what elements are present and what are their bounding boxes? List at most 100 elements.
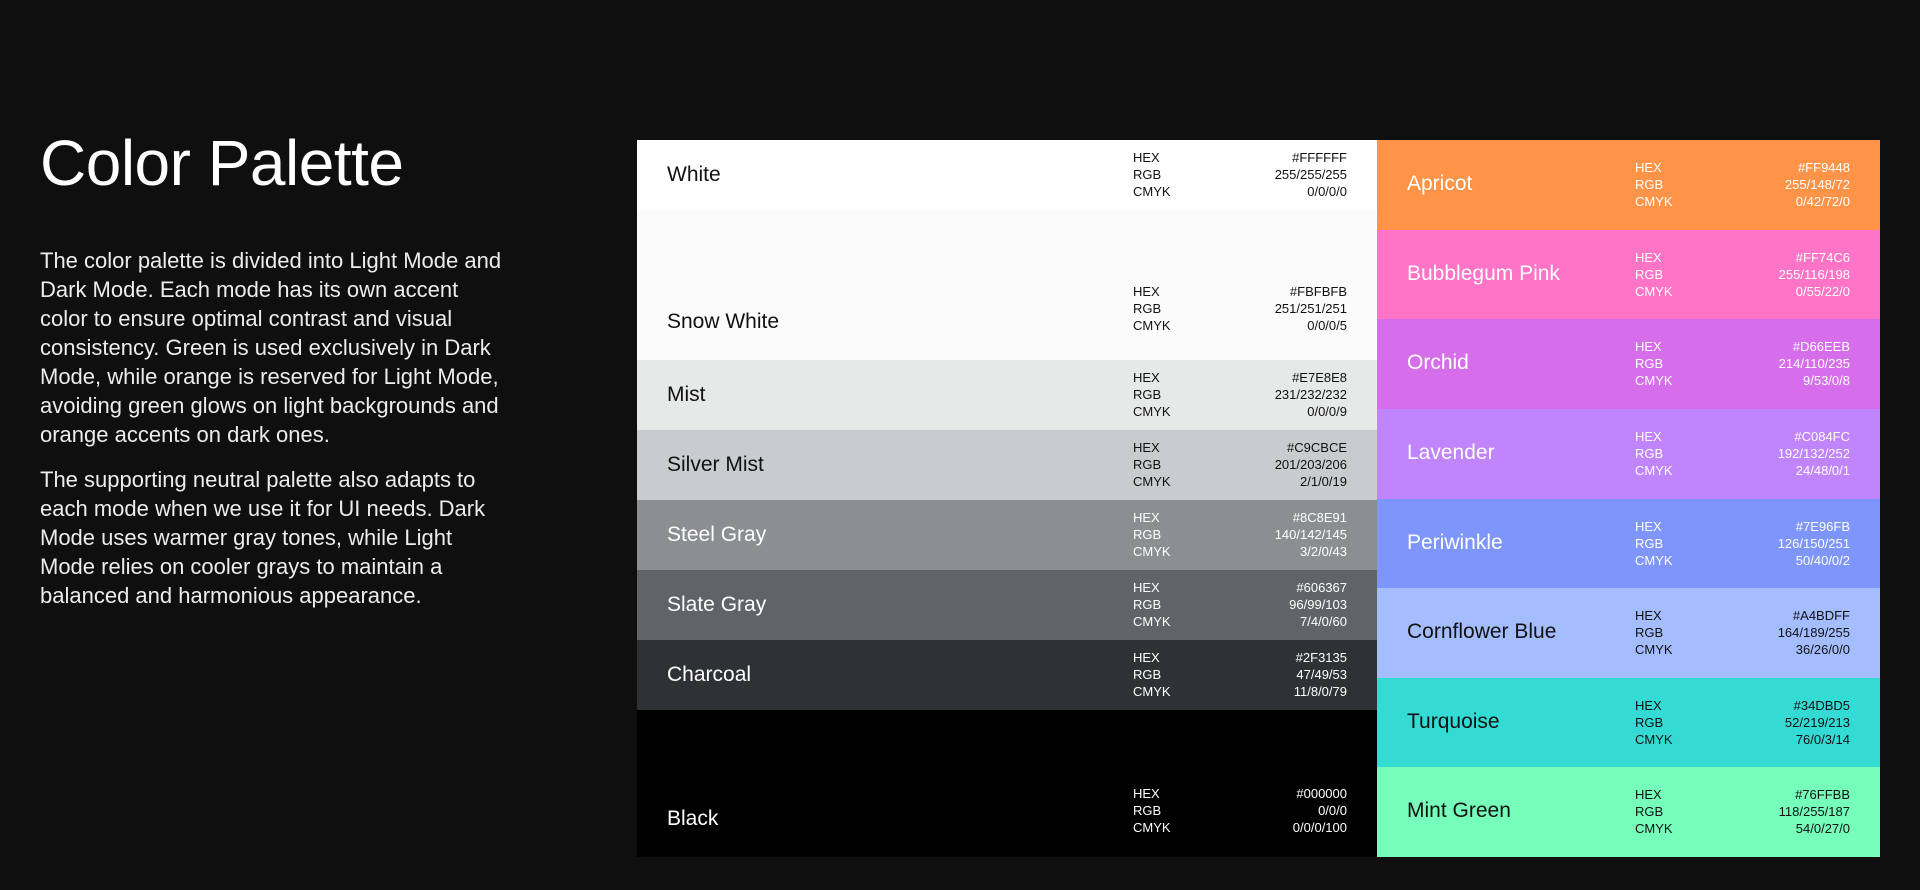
hex-value: #000000 [1296,786,1347,801]
swatch-color-codes: HEX #FF74C6 RGB 255/116/198 CMYK 0/55/22/0 [1635,249,1850,300]
rgb-row: RGB 118/255/187 [1635,803,1850,820]
rgb-row: RGB 201/203/206 [1133,456,1347,473]
hex-value: #A4BDFF [1792,608,1850,623]
rgb-row: RGB 255/116/198 [1635,266,1850,283]
rgb-row: RGB 192/132/252 [1635,445,1850,462]
hex-value: #606367 [1296,580,1347,595]
swatch-name: White [667,163,721,186]
hex-row: HEX #FBFBFB [1133,283,1347,300]
cmyk-value: 3/2/0/43 [1300,544,1347,559]
swatch-name: Orchid [1407,351,1469,374]
accent-palette: Apricot HEX #FF9448 RGB 255/148/72 CMYK 0/42/7… [1377,140,1880,857]
cmyk-value: 54/0/27/0 [1795,821,1850,836]
hex-label: HEX [1635,160,1662,175]
cmyk-value: 11/8/0/79 [1293,684,1347,699]
rgb-label: RGB [1635,177,1664,192]
rgb-label: RGB [1635,625,1664,640]
rgb-value: 255/116/198 [1778,267,1850,282]
swatch-periwinkle: Periwinkle HEX #7E96FB RGB 126/150/251 CMYK 50… [1377,499,1880,588]
rgb-value: 47/49/53 [1296,667,1347,682]
swatch-name: Mist [667,383,706,406]
hex-value: #7E96FB [1795,519,1850,534]
rgb-value: 164/189/255 [1777,625,1850,640]
cmyk-label: CMYK [1635,732,1673,747]
hex-value: #8C8E91 [1292,510,1347,525]
cmyk-label: CMYK [1635,553,1673,568]
hex-label: HEX [1133,786,1160,801]
swatch-color-codes: HEX #7E96FB RGB 126/150/251 CMYK 50/40/0/2 [1635,518,1850,569]
rgb-value: 214/110/235 [1778,356,1850,371]
swatch-turquoise: Turquoise HEX #34DBD5 RGB 52/219/213 CMYK 76/0… [1377,678,1880,767]
hex-label: HEX [1133,650,1160,665]
hex-label: HEX [1133,150,1160,165]
cmyk-label: CMYK [1133,184,1171,199]
swatch-name: Mint Green [1407,799,1511,822]
cmyk-label: CMYK [1133,820,1171,835]
swatch-color-codes: HEX #34DBD5 RGB 52/219/213 CMYK 76/0/3/14 [1635,697,1850,748]
swatch-name: Cornflower Blue [1407,620,1557,643]
swatch-name: Bubblegum Pink [1407,262,1560,285]
cmyk-label: CMYK [1133,474,1171,489]
neutral-palette: White HEX #FFFFFF RGB 255/255/255 CMYK 0/0/0/0… [637,140,1377,857]
swatch-steel-gray: Steel Gray HEX #8C8E91 RGB 140/142/145 CMYK 3/… [637,500,1377,570]
rgb-row: RGB 47/49/53 [1133,666,1347,683]
cmyk-value: 7/4/0/60 [1300,614,1347,629]
cmyk-value: 2/1/0/19 [1300,474,1347,489]
hex-row: HEX #C084FC [1635,428,1850,445]
intro-section: Color Palette The color palette is divid… [40,128,510,626]
hex-label: HEX [1635,787,1662,802]
swatch-name: Slate Gray [667,593,767,616]
hex-label: HEX [1635,519,1662,534]
page-title: Color Palette [40,127,404,199]
intro-paragraph-modes: The color palette is divided into Light … [40,248,502,447]
swatch-name: Steel Gray [667,523,767,546]
hex-label: HEX [1635,429,1662,444]
hex-row: HEX #C9CBCE [1133,439,1347,456]
rgb-value: 192/132/252 [1777,446,1850,461]
swatch-name: Charcoal [667,663,752,686]
hex-label: HEX [1635,608,1662,623]
rgb-value: 118/255/187 [1778,804,1850,819]
hex-row: HEX #FF9448 [1635,159,1850,176]
hex-row: HEX #7E96FB [1635,518,1850,535]
hex-value: #D66EEB [1792,339,1850,354]
cmyk-row: CMYK 0/0/0/9 [1133,403,1347,420]
hex-label: HEX [1133,580,1160,595]
rgb-label: RGB [1635,536,1664,551]
hex-row: HEX #FFFFFF [1133,149,1347,166]
rgb-row: RGB 96/99/103 [1133,596,1347,613]
cmyk-row: CMYK 11/8/0/79 [1133,683,1347,700]
swatch-color-codes: HEX #FF9448 RGB 255/148/72 CMYK 0/42/72/0 [1635,159,1850,210]
rgb-value: 126/150/251 [1777,536,1850,551]
rgb-label: RGB [1133,457,1162,472]
rgb-row: RGB 255/255/255 [1133,166,1347,183]
swatch-charcoal: Charcoal HEX #2F3135 RGB 47/49/53 CMYK 11/8/0/… [637,640,1377,710]
rgb-row: RGB 126/150/251 [1635,535,1850,552]
cmyk-row: CMYK 9/53/0/8 [1635,372,1850,389]
hex-label: HEX [1133,284,1160,299]
rgb-label: RGB [1133,527,1162,542]
rgb-value: 255/255/255 [1274,167,1347,182]
rgb-value: 52/219/213 [1784,715,1850,730]
hex-label: HEX [1133,510,1160,525]
cmyk-row: CMYK 0/42/72/0 [1635,193,1850,210]
hex-value: #FF74C6 [1795,250,1850,265]
cmyk-value: 36/26/0/0 [1795,642,1850,657]
hex-row: HEX #76FFBB [1635,786,1850,803]
cmyk-row: CMYK 0/0/0/5 [1133,317,1347,334]
swatch-color-codes: HEX #FBFBFB RGB 251/251/251 CMYK 0/0/0/5 [1133,283,1347,334]
hex-label: HEX [1133,370,1160,385]
cmyk-label: CMYK [1635,821,1673,836]
swatch-white: White HEX #FFFFFF RGB 255/255/255 CMYK 0/0/0/0 [637,140,1377,210]
rgb-label: RGB [1635,446,1664,461]
rgb-label: RGB [1133,667,1162,682]
hex-value: #FFFFFF [1292,150,1347,165]
rgb-row: RGB 231/232/232 [1133,386,1347,403]
swatch-color-codes: HEX #000000 RGB 0/0/0 CMYK 0/0/0/100 [1133,785,1347,836]
rgb-label: RGB [1635,715,1664,730]
rgb-label: RGB [1635,356,1664,371]
cmyk-value: 0/55/22/0 [1795,284,1850,299]
swatch-lavender: Lavender HEX #C084FC RGB 192/132/252 CMYK 24/4… [1377,409,1880,499]
hex-row: HEX #34DBD5 [1635,697,1850,714]
swatch-name: Apricot [1407,172,1473,195]
